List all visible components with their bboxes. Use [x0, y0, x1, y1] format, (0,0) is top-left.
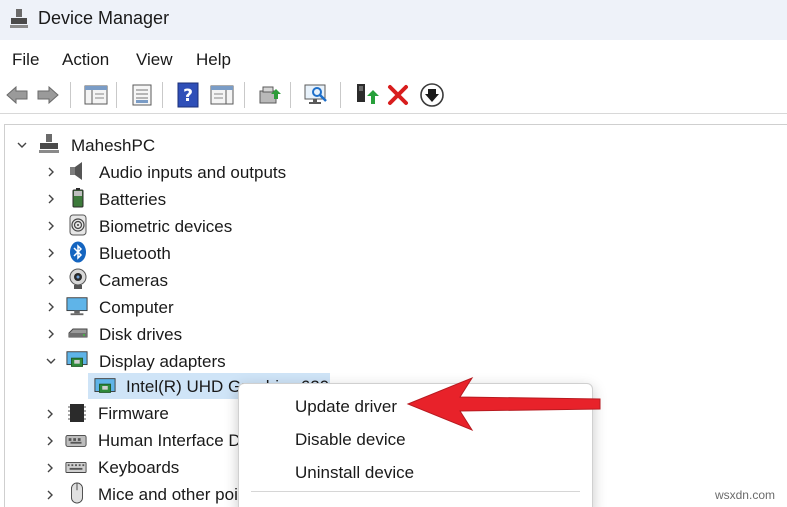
- chevron-right-icon[interactable]: [45, 247, 57, 259]
- menu-file[interactable]: File: [12, 50, 39, 70]
- chevron-right-icon[interactable]: [45, 193, 57, 205]
- toolbar-separator: [290, 82, 291, 108]
- category-label[interactable]: Display adapters: [99, 352, 226, 372]
- chevron-down-icon[interactable]: [16, 139, 28, 151]
- firmware-icon: [68, 404, 86, 422]
- disable-icon[interactable]: [418, 81, 446, 109]
- disk-icon: [68, 328, 88, 338]
- chevron-right-icon[interactable]: [45, 220, 57, 232]
- graphics-card-icon: [94, 378, 116, 393]
- display-adapter-icon: [66, 351, 88, 367]
- keyboard-icon: [65, 461, 87, 473]
- uninstall-device-menu-item[interactable]: Uninstall device: [295, 463, 414, 483]
- category-label[interactable]: Human Interface Devices: [98, 431, 238, 451]
- toolbar-separator: [162, 82, 163, 108]
- properties-icon[interactable]: [128, 81, 156, 109]
- action-pane-icon[interactable]: [208, 81, 236, 109]
- chevron-right-icon[interactable]: [44, 462, 56, 474]
- svg-text:?: ?: [183, 86, 193, 106]
- console-tree-icon[interactable]: [82, 81, 110, 109]
- scan-hardware-icon[interactable]: [302, 81, 330, 109]
- menu-separator: [251, 491, 580, 492]
- toolbar-separator: [244, 82, 245, 108]
- chevron-right-icon[interactable]: [44, 408, 56, 420]
- mouse-icon: [71, 482, 83, 504]
- chevron-down-icon[interactable]: [45, 355, 57, 367]
- update-driver-icon[interactable]: [352, 81, 380, 109]
- title-bar: Device Manager: [0, 0, 787, 40]
- menu-bar: File Action View Help: [0, 40, 787, 76]
- category-label[interactable]: Firmware: [98, 404, 169, 424]
- window-title: Device Manager: [38, 8, 170, 28]
- chevron-right-icon[interactable]: [45, 328, 57, 340]
- category-label[interactable]: Biometric devices: [99, 217, 232, 237]
- export-icon[interactable]: [256, 81, 284, 109]
- chevron-right-icon[interactable]: [45, 274, 57, 286]
- update-driver-menu-item[interactable]: Update driver: [295, 397, 397, 417]
- red-arrow-annotation: [406, 376, 601, 432]
- monitor-icon: [66, 297, 88, 316]
- category-label[interactable]: Bluetooth: [99, 244, 171, 264]
- menu-action[interactable]: Action: [62, 50, 109, 70]
- category-label[interactable]: Audio inputs and outputs: [99, 163, 286, 183]
- help-icon[interactable]: ?: [174, 81, 202, 109]
- fingerprint-icon: [69, 214, 87, 236]
- tree-root-label[interactable]: MaheshPC: [71, 136, 155, 156]
- chevron-right-icon[interactable]: [44, 489, 56, 501]
- menu-help[interactable]: Help: [196, 50, 231, 70]
- watermark: wsxdn.com: [714, 488, 775, 502]
- chevron-right-icon[interactable]: [45, 166, 57, 178]
- category-label[interactable]: Computer: [99, 298, 174, 318]
- computer-root-icon: [39, 134, 59, 153]
- toolbar: ?: [0, 76, 787, 114]
- category-label[interactable]: Cameras: [99, 271, 168, 291]
- hid-icon: [65, 434, 87, 447]
- bluetooth-icon: [70, 241, 86, 263]
- chevron-right-icon[interactable]: [45, 301, 57, 313]
- category-label[interactable]: Batteries: [99, 190, 166, 210]
- forward-icon[interactable]: [34, 81, 62, 109]
- category-label[interactable]: Keyboards: [98, 458, 179, 478]
- menu-view[interactable]: View: [136, 50, 173, 70]
- uninstall-icon[interactable]: [384, 81, 412, 109]
- category-label[interactable]: Mice and other pointing devices: [98, 485, 238, 505]
- category-label[interactable]: Disk drives: [99, 325, 182, 345]
- toolbar-separator: [70, 82, 71, 108]
- back-icon[interactable]: [3, 81, 31, 109]
- speaker-icon: [70, 162, 82, 180]
- device-manager-icon: [10, 9, 28, 28]
- toolbar-separator: [116, 82, 117, 108]
- disable-device-menu-item[interactable]: Disable device: [295, 430, 406, 450]
- camera-icon: [69, 268, 87, 289]
- battery-icon: [72, 188, 84, 208]
- chevron-right-icon[interactable]: [44, 435, 56, 447]
- toolbar-separator: [340, 82, 341, 108]
